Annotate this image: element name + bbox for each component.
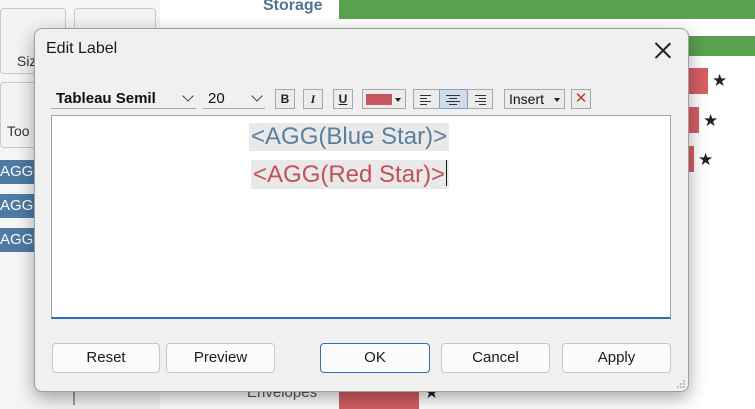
italic-button[interactable]: I (303, 89, 323, 109)
dialog-title: Edit Label (46, 40, 118, 57)
edit-label-dialog: Edit Label Tableau Semil 20 B I U Insert… (34, 28, 689, 392)
preview-button[interactable]: Preview (166, 343, 275, 373)
envelopes-bar (339, 392, 419, 409)
caret-down-icon (395, 98, 401, 102)
apply-button[interactable]: Apply (562, 343, 671, 373)
font-family-select[interactable]: Tableau Semil (51, 90, 196, 109)
caret-down-icon (554, 98, 560, 102)
star-icon: ★ (698, 150, 714, 169)
align-right-icon (474, 95, 486, 96)
storage-row-label: Storage (263, 0, 323, 14)
insert-label: Insert (509, 91, 545, 107)
close-icon[interactable] (652, 39, 674, 61)
storage-bar (339, 0, 755, 19)
color-swatch (366, 94, 392, 105)
star-icon: ★ (712, 71, 728, 90)
font-family-value: Tableau Semil (56, 90, 156, 107)
font-size-select[interactable]: 20 (203, 90, 265, 109)
editor-line-blue-star: <AGG(Blue Star)> (249, 123, 450, 151)
alignment-group (413, 89, 493, 109)
reset-button[interactable]: Reset (52, 343, 160, 373)
text-cursor (446, 160, 448, 186)
label-editor[interactable]: <AGG(Blue Star)> <AGG(Red Star)> (51, 115, 671, 319)
underline-button[interactable]: U (333, 89, 353, 109)
measure-pill-2[interactable]: AGG(E (0, 194, 34, 218)
align-center-icon (446, 95, 461, 96)
clear-formatting-icon[interactable]: ✕ (571, 89, 591, 109)
font-size-value: 20 (208, 90, 225, 107)
editor-line-1-text: <AGG(Blue Star)> (251, 123, 448, 150)
measure-pill-3[interactable]: AGG(R (0, 228, 34, 252)
chevron-down-icon (182, 90, 194, 102)
resize-grip-icon[interactable] (676, 379, 686, 389)
star-icon: ★ (703, 111, 719, 130)
align-left-icon (420, 95, 431, 96)
align-center-button[interactable] (439, 89, 468, 109)
bold-button[interactable]: B (275, 89, 295, 109)
insert-button[interactable]: Insert (504, 89, 565, 109)
ok-button[interactable]: OK (320, 343, 430, 373)
editor-line-2-text: <AGG(Red Star)> (253, 161, 446, 188)
green-bar-2 (680, 36, 755, 56)
text-color-button[interactable] (362, 89, 406, 109)
chevron-down-icon (251, 90, 263, 102)
editor-line-red-star: <AGG(Red Star)> (251, 160, 450, 189)
cancel-button[interactable]: Cancel (441, 343, 550, 373)
measure-pill-1[interactable]: AGG(M (0, 160, 34, 184)
tooltip-card-label: Too (7, 123, 30, 139)
align-right-button[interactable] (467, 90, 492, 108)
align-left-button[interactable] (414, 90, 441, 108)
